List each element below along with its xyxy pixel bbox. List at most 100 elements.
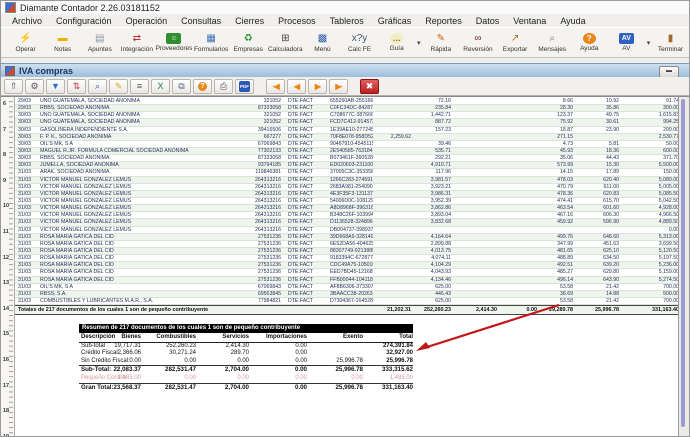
export-report-button[interactable]: ⇑	[4, 79, 23, 94]
child-window-icon	[5, 66, 15, 76]
ruler-label: 14	[3, 306, 9, 312]
formularios-button[interactable]: ▦Formularios	[193, 28, 230, 57]
summary-value: 25,996.78	[336, 358, 363, 365]
zoom-button[interactable]: ⌕	[88, 79, 107, 94]
cell-tipo-documento: DTE:FACT	[281, 248, 323, 254]
cell-fecha: 31/03	[15, 298, 35, 304]
menu-item-ayuda[interactable]: Ayuda	[553, 16, 592, 26]
calculator-icon: ⊞	[279, 32, 292, 45]
cell-servicios	[451, 177, 497, 183]
cell-nombre: VICTOR MANUEL GONZÁLEZ LÉMUS	[35, 198, 215, 204]
vertical-scrollbar[interactable]	[678, 97, 689, 437]
menu-item-ventana[interactable]: Ventana	[506, 16, 553, 26]
cell-nit: 67069843	[215, 141, 281, 147]
menu-button[interactable]: ▩Menú	[304, 28, 341, 57]
apuntes-button[interactable]: ▤Apuntes	[81, 28, 118, 57]
guia-button[interactable]: …Guía	[378, 28, 415, 57]
cell-nombre: OIL'S MK, S A	[35, 141, 215, 147]
rapida-button[interactable]: ✎Rápida	[422, 28, 459, 57]
filter-button[interactable]: ▼	[46, 79, 65, 94]
cell-total: 500.00	[619, 291, 679, 297]
calculadora-button[interactable]: ⊞Calculadora	[267, 28, 304, 57]
cell-numero-documento: AF8B6306-3733079094	[323, 284, 373, 290]
menu-item-cierres[interactable]: Cierres	[228, 16, 271, 26]
toolbar-button-label: Mensajes	[538, 46, 566, 53]
chevron-down-icon[interactable]: ▾	[645, 39, 652, 47]
cell-exento: 14.88	[573, 291, 619, 297]
print-button[interactable]: ⎙	[214, 79, 233, 94]
help-icon: ?	[198, 82, 207, 91]
edit-button[interactable]: ✎	[109, 79, 128, 94]
last-page-button[interactable]: ▶∙	[329, 79, 348, 94]
cell-tipo-documento: DTE:FACT	[281, 169, 323, 175]
first-page-button[interactable]: ∙◀	[266, 79, 285, 94]
close-button[interactable]: ✖	[360, 79, 379, 94]
empresas-button[interactable]: ♻Empresas	[230, 28, 267, 57]
export-excel-icon: X	[157, 82, 163, 91]
cell-bienes	[373, 219, 411, 225]
cell-bienes	[373, 277, 411, 283]
summary-value: 331,163.40	[382, 384, 413, 393]
chevron-down-icon[interactable]: ▾	[415, 39, 422, 47]
menu-item-configuracion[interactable]: Configuración	[49, 16, 119, 26]
help-button[interactable]: ?	[193, 79, 212, 94]
exportar-button[interactable]: ↗Exportar	[496, 28, 533, 57]
pdf-button[interactable]: PDF	[235, 79, 254, 94]
cell-bienes: 2,259.62	[373, 134, 411, 140]
cell-exento: 615.70	[573, 198, 619, 204]
cell-nit: 27531236	[215, 262, 281, 268]
scrollbar-thumb[interactable]	[681, 99, 685, 427]
ayuda-button[interactable]: ?Ayuda	[571, 28, 608, 57]
cell-total: 5,313.00	[619, 234, 679, 240]
cell-nombre: MAGUEL R.JR. FORMULA COMERCIAL SOCIEDAD …	[35, 148, 215, 154]
menu-item-graficas[interactable]: Gráficas	[371, 16, 419, 26]
cell-tipo-documento: DTE:FACT	[281, 148, 323, 154]
av-button[interactable]: AVAV	[608, 28, 645, 57]
next-page-icon: ▶	[315, 82, 320, 91]
mensajes-button[interactable]: ⌕Mensajes	[534, 28, 571, 57]
menu-item-archivo[interactable]: Archivo	[5, 16, 49, 26]
reversion-button[interactable]: ∞Reversión	[459, 28, 496, 57]
cell-importaciones	[497, 212, 537, 218]
cell-tipo-documento: DTE:FACT	[281, 141, 323, 147]
export-icon: ↗	[509, 32, 522, 45]
menu-item-reportes[interactable]: Reportes	[418, 16, 469, 26]
ruler-label: 8	[3, 152, 6, 158]
cell-servicios	[451, 234, 497, 240]
summary-value: 0.00	[351, 375, 363, 382]
summary-row-label: Sub-Total:	[81, 366, 111, 375]
cell-tipo-documento: DTE:FACT	[281, 112, 323, 118]
menu-item-consultas[interactable]: Consultas	[174, 16, 228, 26]
cell-importaciones	[497, 119, 537, 125]
cell-numero-documento: 655260AB-2551662712	[323, 98, 373, 104]
menu-item-procesos[interactable]: Procesos	[271, 16, 323, 26]
menu-item-datos[interactable]: Datos	[469, 16, 507, 26]
prev-page-button[interactable]: ◀	[287, 79, 306, 94]
cell-bienes	[373, 291, 411, 297]
operar-button[interactable]: ⚡Operar	[7, 28, 44, 57]
cell-exento: 639.20	[573, 262, 619, 268]
totals-combustibles: 252,260.23	[411, 306, 451, 314]
next-page-button[interactable]: ▶	[308, 79, 327, 94]
cell-numero-documento: D1136528-3248965850	[323, 219, 373, 225]
proveedores-button[interactable]: ☺Proveedores	[155, 28, 192, 57]
notas-button[interactable]: ▬Notas	[44, 28, 81, 57]
copy-button[interactable]: ⧉	[172, 79, 191, 94]
table-row: 31/03ARAK, SOCIEDAD ANONIMA119846381DTE:…	[15, 169, 678, 176]
cell-nombre: VICTOR MANUEL GONZÁLEZ LÉMUS	[35, 177, 215, 183]
sort-az-button[interactable]: ⇅	[67, 79, 86, 94]
cell-nombre: RBSS, S.A.	[35, 291, 215, 297]
toolbar-button-label: Calc FE	[348, 46, 371, 53]
cell-fecha: 31/03	[15, 212, 35, 218]
cell-bienes	[373, 112, 411, 118]
lines-button[interactable]: ≡	[130, 79, 149, 94]
menu-item-tableros[interactable]: Tableros	[323, 16, 371, 26]
integracion-button[interactable]: ⇄Integración	[118, 28, 155, 57]
menu-item-operacion[interactable]: Operación	[119, 16, 175, 26]
terminar-button[interactable]: ▮Terminar	[652, 28, 689, 57]
quick-pen-icon: ✎	[434, 32, 447, 45]
calc-fe-button[interactable]: x?yCalc FE	[341, 28, 378, 57]
export-excel-button[interactable]: X	[151, 79, 170, 94]
table-row: 30/03UNO GUATEMALA, SOCIEDAD ANONIMA3210…	[15, 119, 678, 126]
page-setup-button[interactable]: ⚙	[25, 79, 44, 94]
